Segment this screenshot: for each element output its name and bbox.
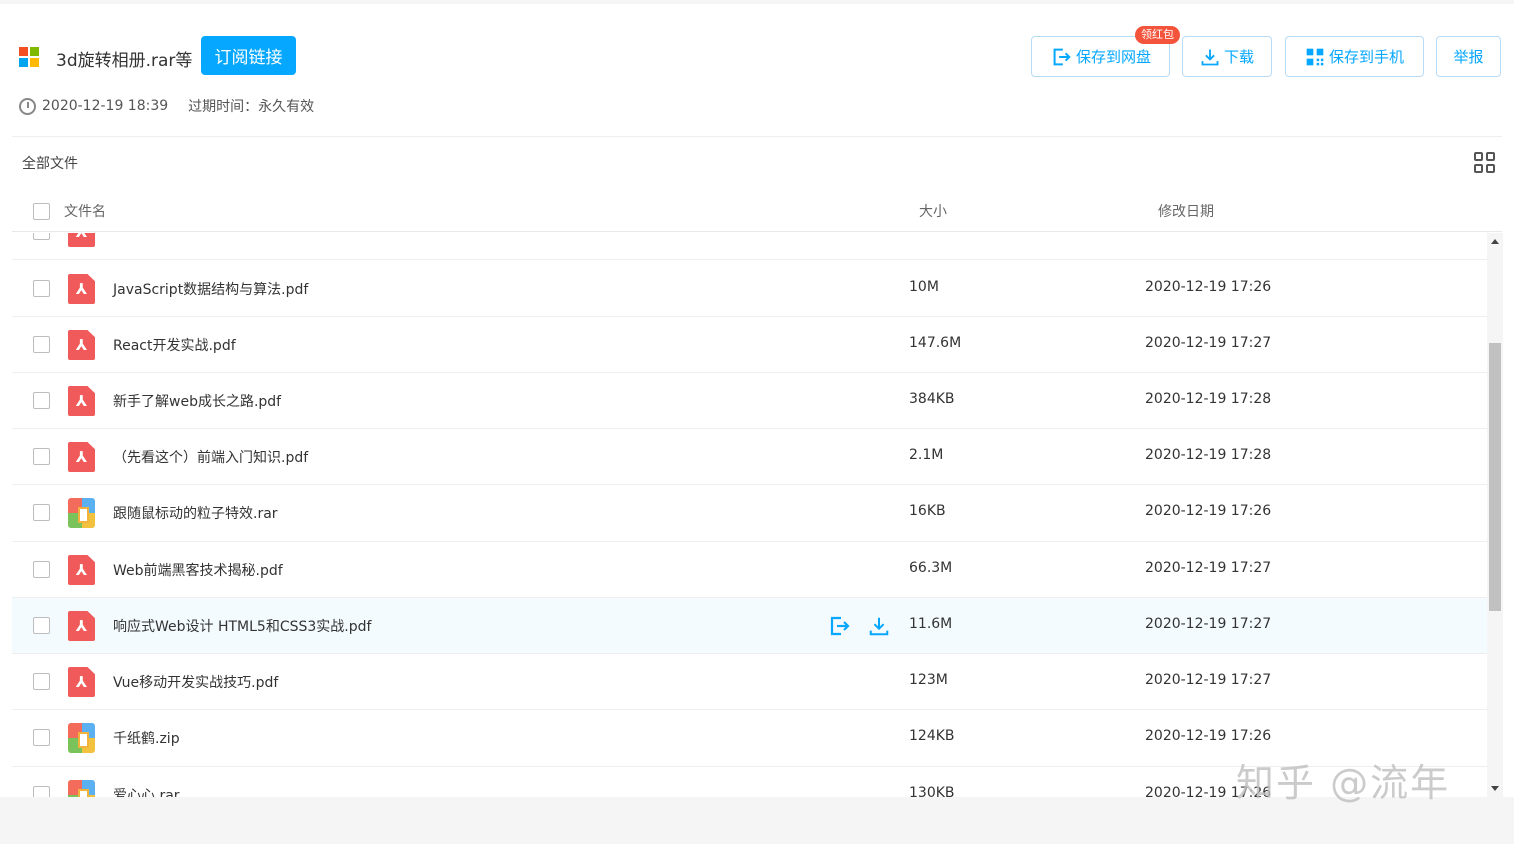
- file-size: 124KB: [909, 728, 955, 744]
- report-label: 举报: [1453, 48, 1484, 66]
- pdf-file-icon: [68, 330, 95, 360]
- row-save-icon[interactable]: [826, 613, 852, 639]
- file-name[interactable]: （先看这个）前端入门知识.pdf: [113, 447, 308, 467]
- table-row-hovered[interactable]: 响应式Web设计 HTML5和CSS3实战.pdf 11.6M 2020-12-…: [12, 598, 1487, 654]
- pdf-file-icon: [68, 611, 95, 641]
- row-checkbox[interactable]: [33, 336, 50, 353]
- file-date: 2020-12-19 17:27: [1145, 560, 1272, 576]
- clock-icon: [19, 97, 36, 115]
- file-date: 2020-12-19 17:26: [1145, 503, 1272, 519]
- row-checkbox[interactable]: [33, 729, 50, 746]
- file-size: 147.6M: [909, 335, 962, 351]
- table-row[interactable]: JavaScript数据结构与算法.pdf 10M 2020-12-19 17:…: [12, 261, 1487, 317]
- file-date: 2020-12-19 17:26: [1145, 728, 1272, 744]
- file-size: 130KB: [909, 785, 955, 797]
- pdf-file-icon: [68, 386, 95, 416]
- pdf-file-icon: [68, 555, 95, 585]
- share-meta: 2020-12-19 18:39 过期时间：永久有效: [19, 96, 314, 116]
- pdf-file-icon: [68, 233, 95, 247]
- row-checkbox[interactable]: [33, 617, 50, 634]
- file-list: JavaScript数据结构与算法.pdf 10M 2020-12-19 17:…: [12, 233, 1487, 797]
- row-checkbox[interactable]: [33, 233, 50, 240]
- file-name[interactable]: Vue移动开发实战技巧.pdf: [113, 672, 278, 692]
- file-name[interactable]: 新手了解web成长之路.pdf: [113, 391, 281, 411]
- file-size: 2.1M: [909, 447, 944, 463]
- file-date: 2020-12-19 17:28: [1145, 447, 1272, 463]
- column-name-header[interactable]: 文件名: [64, 201, 106, 221]
- all-files-breadcrumb[interactable]: 全部文件: [22, 153, 78, 173]
- header-divider: [12, 136, 1502, 137]
- file-name[interactable]: 千纸鹤.zip: [113, 728, 180, 748]
- pdf-file-icon: [68, 274, 95, 304]
- row-checkbox[interactable]: [33, 280, 50, 297]
- file-size: 10M: [909, 279, 939, 295]
- expire-time: 过期时间：永久有效: [188, 99, 315, 115]
- red-packet-badge[interactable]: 领红包: [1135, 26, 1180, 44]
- file-name[interactable]: 响应式Web设计 HTML5和CSS3实战.pdf: [113, 616, 371, 636]
- row-download-icon[interactable]: [866, 613, 892, 639]
- share-page: 3d旋转相册.rar等 订阅链接 2020-12-19 18:39 过期时间：永…: [0, 4, 1514, 797]
- column-size-header[interactable]: 大小: [919, 201, 947, 221]
- share-title: 3d旋转相册.rar等: [56, 51, 193, 71]
- row-checkbox[interactable]: [33, 673, 50, 690]
- file-name[interactable]: JavaScript数据结构与算法.pdf: [113, 279, 308, 299]
- archive-file-icon: [68, 780, 95, 797]
- row-checkbox[interactable]: [33, 786, 50, 797]
- save-to-phone-label: 保存到手机: [1328, 48, 1404, 66]
- pdf-file-icon: [68, 667, 95, 697]
- row-checkbox[interactable]: [33, 392, 50, 409]
- file-size: 16KB: [909, 503, 946, 519]
- table-row[interactable]: 新手了解web成长之路.pdf 384KB 2020-12-19 17:28: [12, 373, 1487, 429]
- file-list-scrollbar[interactable]: [1487, 233, 1503, 797]
- row-checkbox[interactable]: [33, 448, 50, 465]
- pdf-file-icon: [68, 442, 95, 472]
- download-button[interactable]: 下载: [1182, 36, 1272, 77]
- file-date: 2020-12-19 17:27: [1145, 616, 1272, 632]
- report-button[interactable]: 举报: [1436, 36, 1501, 77]
- scroll-up-arrow-icon[interactable]: [1491, 239, 1499, 244]
- row-checkbox[interactable]: [33, 561, 50, 578]
- share-timestamp: 2020-12-19 18:39: [42, 98, 169, 114]
- scrollbar-thumb[interactable]: [1489, 343, 1501, 611]
- column-date-header[interactable]: 修改日期: [1158, 201, 1214, 221]
- table-row[interactable]: Web前端黑客技术揭秘.pdf 66.3M 2020-12-19 17:27: [12, 542, 1487, 598]
- archive-file-icon: [68, 498, 95, 528]
- download-icon: [1201, 49, 1219, 65]
- row-checkbox[interactable]: [33, 504, 50, 521]
- table-row[interactable]: 跟随鼠标动的粒子特效.rar 16KB 2020-12-19 17:26: [12, 485, 1487, 542]
- file-date: 2020-12-19 17:28: [1145, 391, 1272, 407]
- file-name[interactable]: 爱心心.rar: [113, 785, 180, 797]
- save-export-icon: [1053, 48, 1071, 65]
- file-name[interactable]: 跟随鼠标动的粒子特效.rar: [113, 503, 278, 523]
- watermark: 知乎 @流年: [1236, 761, 1451, 805]
- file-size: 66.3M: [909, 560, 953, 576]
- file-size: 384KB: [909, 391, 955, 407]
- file-name[interactable]: React开发实战.pdf: [113, 335, 236, 355]
- file-size: 11.6M: [909, 616, 953, 632]
- file-size: 123M: [909, 672, 948, 688]
- grid-view-icon[interactable]: [1474, 152, 1496, 174]
- file-date: 2020-12-19 17:27: [1145, 672, 1272, 688]
- download-label: 下载: [1223, 48, 1254, 66]
- save-to-phone-button[interactable]: 保存到手机: [1285, 36, 1424, 77]
- subscribe-button[interactable]: 订阅链接: [201, 36, 296, 75]
- select-all-checkbox[interactable]: [33, 203, 50, 220]
- table-row[interactable]: React开发实战.pdf 147.6M 2020-12-19 17:27: [12, 317, 1487, 373]
- table-row-partial[interactable]: [12, 233, 1487, 260]
- table-row[interactable]: Vue移动开发实战技巧.pdf 123M 2020-12-19 17:27: [12, 654, 1487, 710]
- archive-file-icon: [68, 723, 95, 753]
- scroll-down-arrow-icon[interactable]: [1491, 786, 1499, 791]
- file-date: 2020-12-19 17:26: [1145, 279, 1272, 295]
- table-header: 文件名 大小 修改日期: [12, 190, 1502, 232]
- table-row[interactable]: （先看这个）前端入门知识.pdf 2.1M 2020-12-19 17:28: [12, 429, 1487, 485]
- file-name[interactable]: Web前端黑客技术揭秘.pdf: [113, 560, 283, 580]
- qr-code-icon: [1306, 48, 1324, 65]
- save-to-cloud-label: 保存到网盘: [1075, 48, 1151, 66]
- windows-logo-icon: [19, 47, 39, 67]
- file-date: 2020-12-19 17:27: [1145, 335, 1272, 351]
